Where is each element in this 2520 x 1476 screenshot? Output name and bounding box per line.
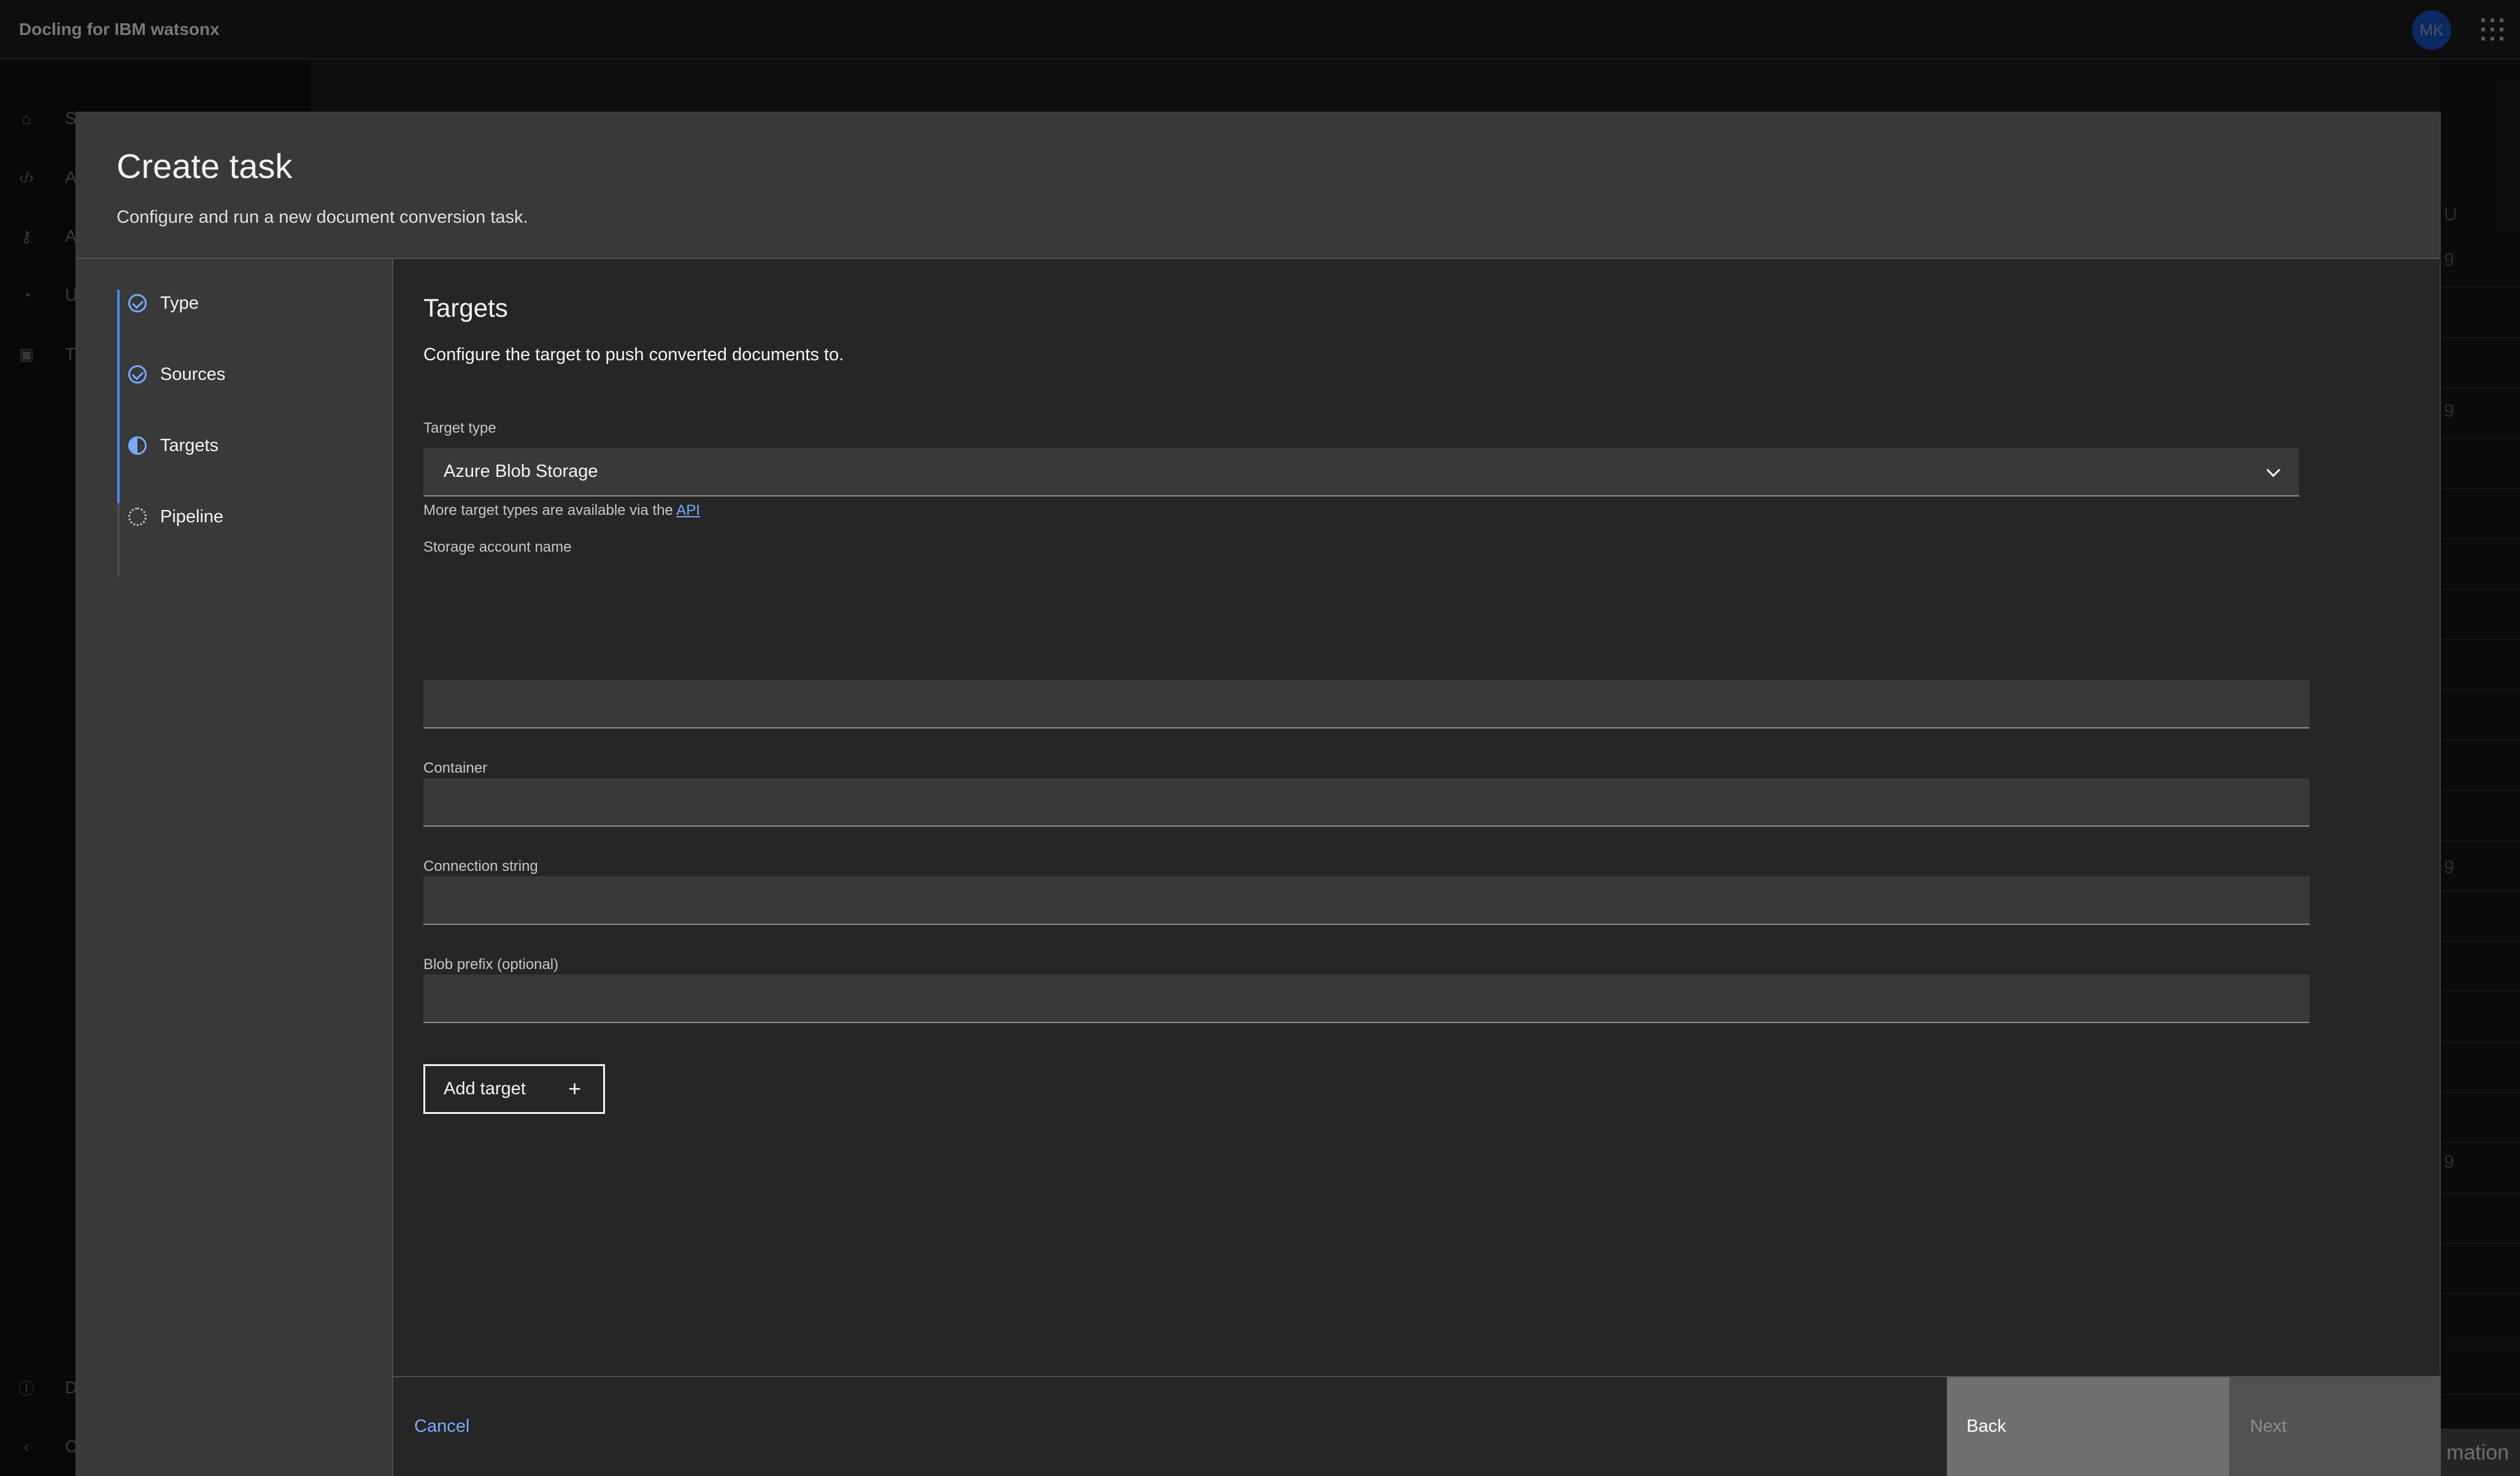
blob-prefix-label: Blob prefix (optional) bbox=[423, 956, 559, 973]
step-pipeline[interactable]: Pipeline bbox=[128, 503, 223, 530]
half-circle-icon bbox=[128, 436, 147, 455]
add-target-label: Add target bbox=[444, 1079, 526, 1099]
section-title: Targets bbox=[423, 293, 508, 322]
storage-account-label: Storage account name bbox=[423, 539, 572, 555]
step-targets[interactable]: Targets bbox=[128, 432, 218, 459]
progress-rail bbox=[117, 290, 120, 577]
plus-icon: + bbox=[568, 1076, 581, 1101]
target-type-select[interactable]: Azure Blob Storage bbox=[423, 448, 2299, 497]
storage-account-input[interactable] bbox=[423, 680, 2310, 728]
target-type-helper: More target types are available via the … bbox=[423, 502, 700, 519]
modal-title: Create task bbox=[117, 147, 293, 185]
step-type[interactable]: Type bbox=[128, 290, 199, 317]
connection-string-input[interactable] bbox=[423, 876, 2310, 925]
modal-footer: Cancel Back Next bbox=[393, 1376, 2441, 1476]
targets-form: Targets Configure the target to push con… bbox=[393, 259, 2441, 1376]
progress-steps: Type Sources Targets Pipeline bbox=[77, 259, 393, 1476]
chevron-down-icon bbox=[2266, 463, 2281, 477]
target-type-label: Target type bbox=[423, 420, 496, 436]
modal-header: Create task Configure and run a new docu… bbox=[77, 113, 2440, 259]
step-label: Pipeline bbox=[160, 506, 224, 527]
step-sources[interactable]: Sources bbox=[128, 361, 225, 388]
section-description: Configure the target to push converted d… bbox=[423, 345, 844, 365]
container-label: Container bbox=[423, 760, 488, 776]
step-label: Targets bbox=[160, 435, 219, 455]
container-input[interactable] bbox=[423, 778, 2310, 827]
helper-text: More target types are available via the bbox=[423, 502, 673, 519]
step-label: Type bbox=[160, 293, 199, 313]
checkmark-circle-icon bbox=[128, 294, 147, 312]
blob-prefix-input[interactable] bbox=[423, 975, 2310, 1023]
api-link[interactable]: API bbox=[676, 502, 700, 519]
cancel-button[interactable]: Cancel bbox=[393, 1377, 1947, 1476]
connection-string-label: Connection string bbox=[423, 858, 538, 875]
step-label: Sources bbox=[160, 364, 226, 384]
next-button[interactable]: Next bbox=[2229, 1377, 2441, 1476]
target-type-value: Azure Blob Storage bbox=[444, 462, 598, 481]
progress-rail-active bbox=[117, 290, 120, 503]
dashed-circle-icon bbox=[128, 508, 147, 526]
back-button[interactable]: Back bbox=[1947, 1377, 2229, 1476]
modal-subtitle: Configure and run a new document convers… bbox=[117, 207, 528, 227]
add-target-button[interactable]: Add target + bbox=[423, 1064, 605, 1114]
checkmark-circle-icon bbox=[128, 365, 147, 384]
create-task-modal: Create task Configure and run a new docu… bbox=[75, 112, 2441, 1476]
